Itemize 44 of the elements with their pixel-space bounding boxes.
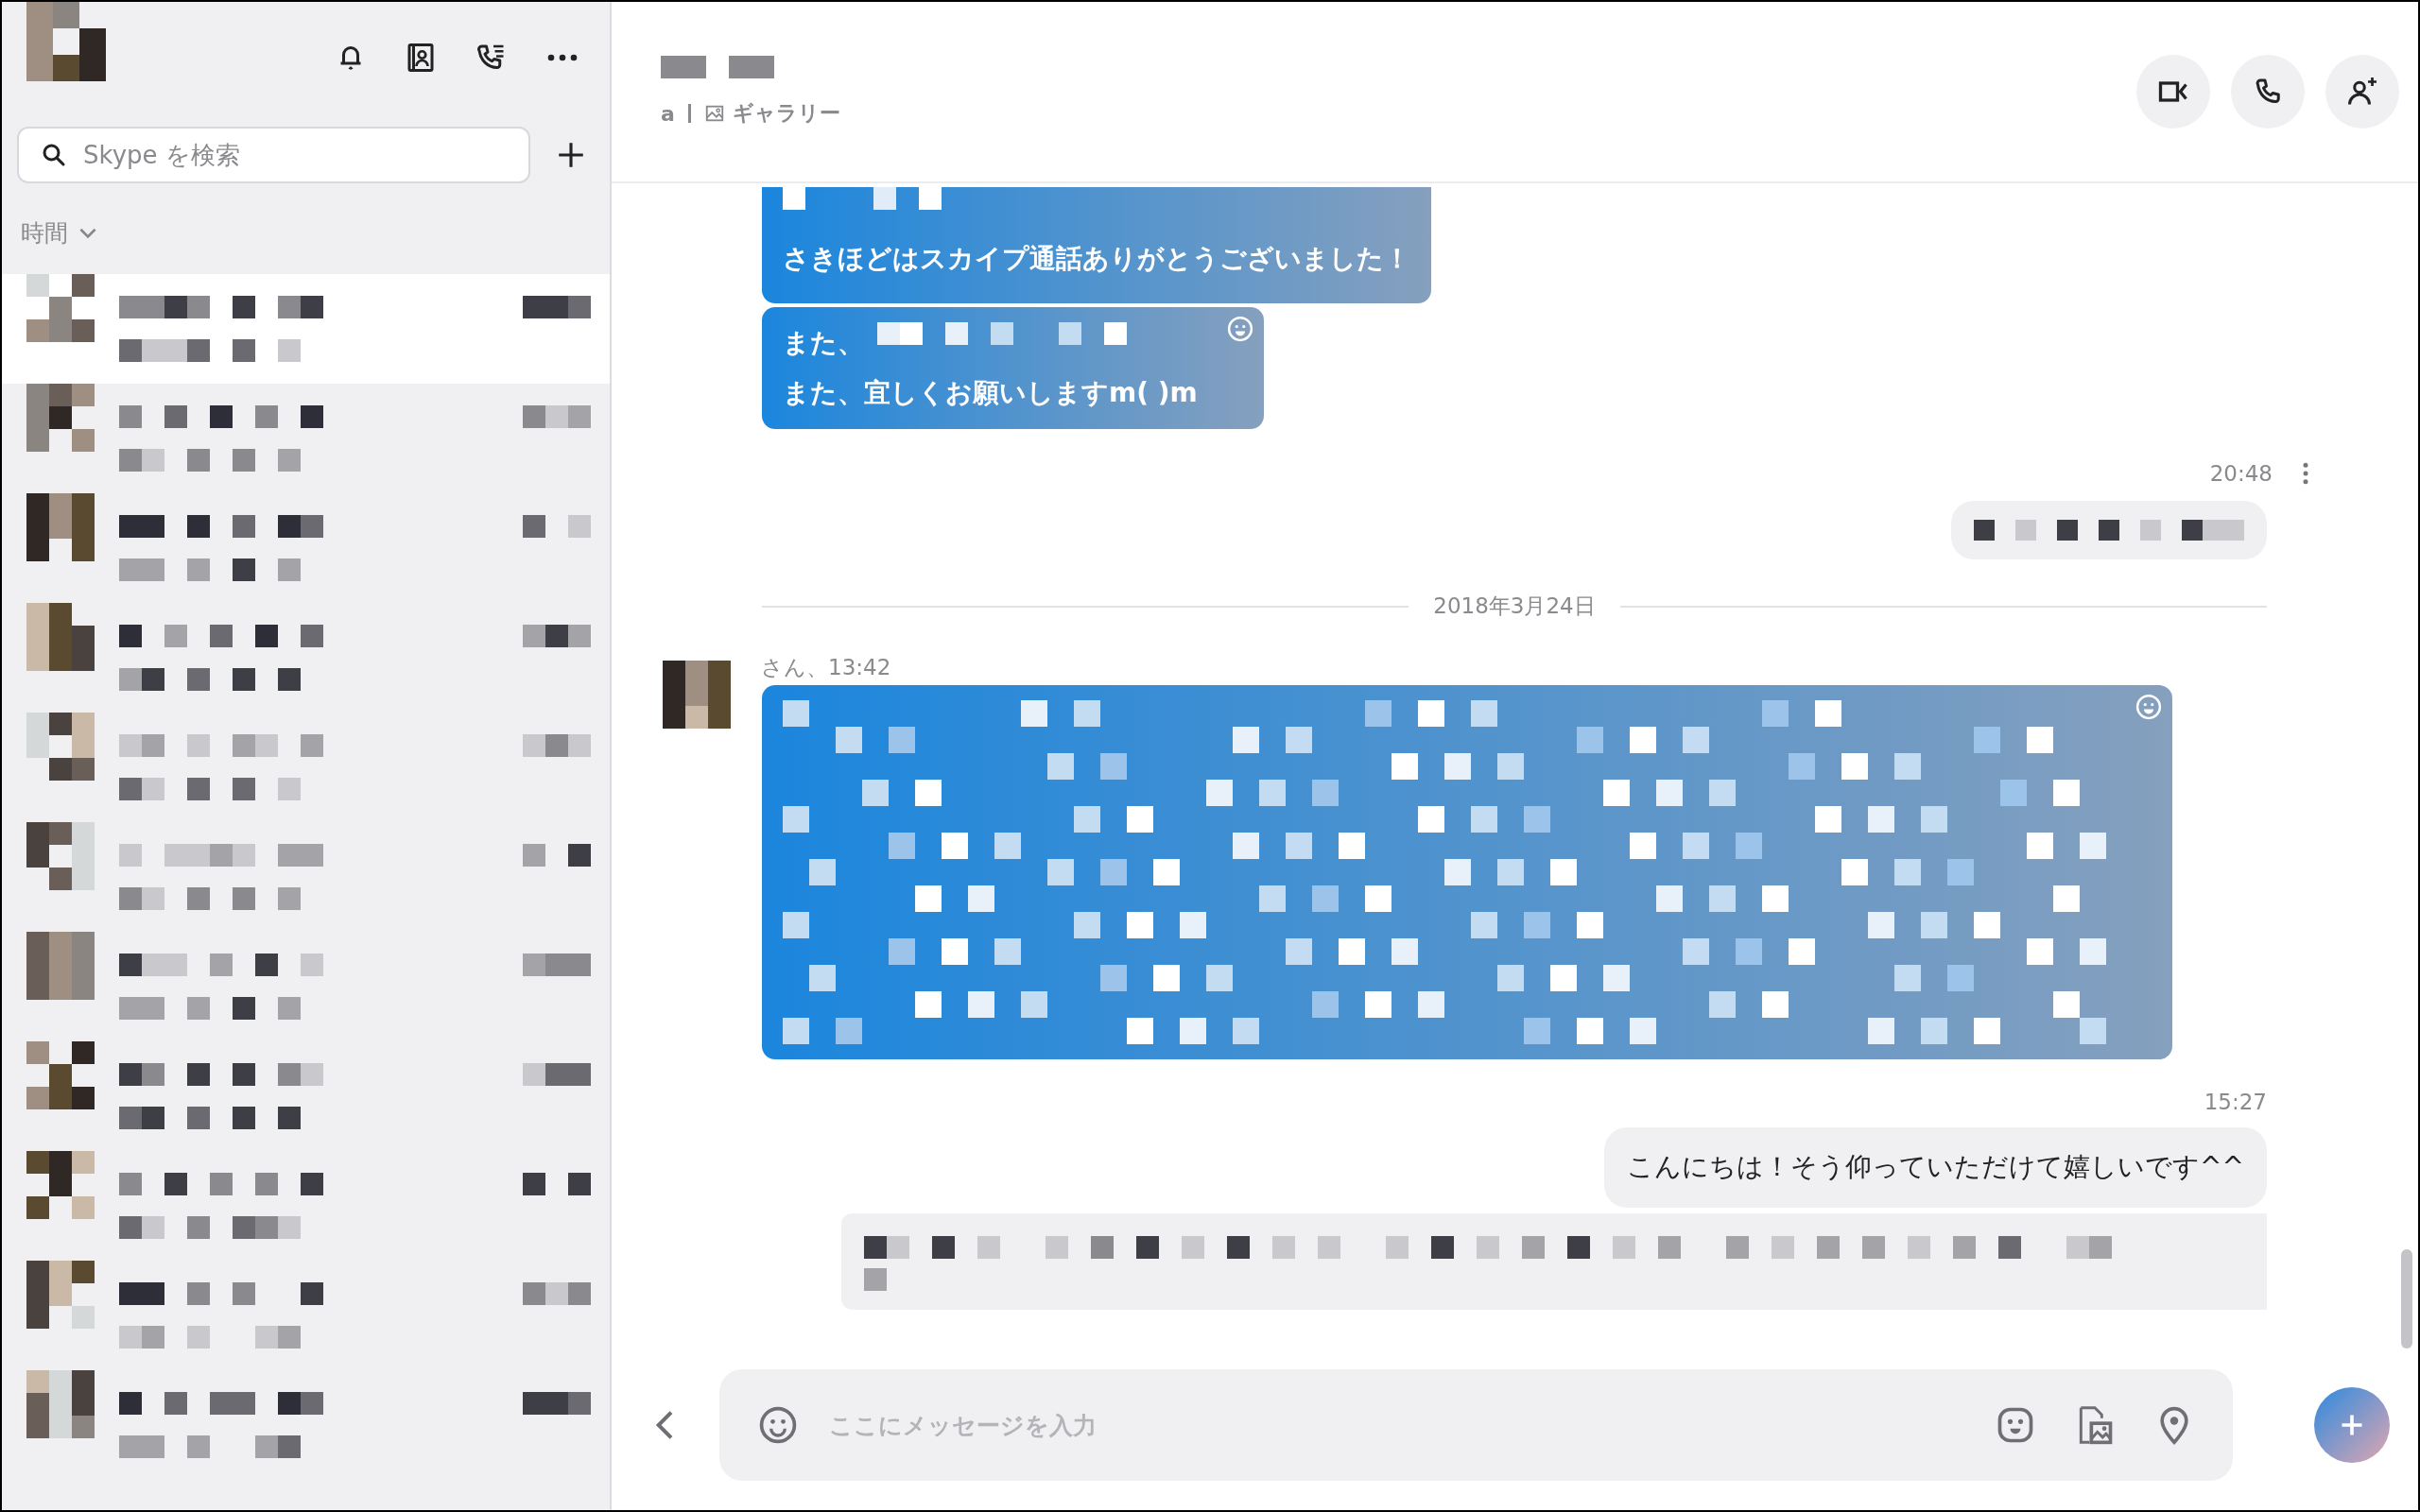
search-input[interactable]: Skype を検索 [81, 140, 508, 170]
pixelated-time [523, 954, 591, 976]
emoji-icon[interactable] [757, 1404, 799, 1446]
message-input[interactable]: ここにメッセージを入力 [827, 1410, 1966, 1440]
pixelated-time [523, 405, 591, 428]
scrollbar-thumb[interactable] [2401, 1249, 2412, 1349]
gallery-link[interactable]: ギャラリー [732, 99, 840, 128]
smiley-icon[interactable] [2135, 693, 2163, 722]
message-text: また、宜しくお願いしますm( )m [783, 375, 1198, 410]
pixelated-time [523, 844, 591, 867]
smiley-icon[interactable] [1225, 314, 1254, 343]
pixelated-avatar [26, 1041, 95, 1109]
pixelated-avatar [26, 1370, 95, 1438]
pixelated-avatar [26, 1151, 95, 1219]
pixelated-time [523, 1173, 591, 1195]
pixelated-avatar [26, 822, 95, 890]
image-icon[interactable] [703, 103, 725, 124]
pixelated-avatar [26, 493, 95, 561]
message-text: また、 [783, 325, 864, 360]
sort-dropdown-label[interactable]: 時間 [21, 216, 68, 249]
pixelated-time [523, 734, 591, 757]
message-time: 20:48 [2209, 461, 2273, 487]
date-separator: 2018年3月24日 [1433, 593, 1596, 621]
search-field[interactable]: Skype を検索 [17, 127, 530, 183]
pixelated-avatar [26, 274, 95, 342]
pixelated-time [523, 1392, 591, 1415]
message-time: 15:27 [2204, 1090, 2267, 1115]
header-link[interactable]: a [661, 101, 675, 126]
pixelated-text [864, 1268, 887, 1292]
chat-list-item[interactable] [2, 274, 610, 384]
pixelated-avatar [26, 713, 95, 781]
pixelated-time [523, 296, 591, 318]
pixelated-time [523, 625, 591, 647]
pixelated-avatar [26, 932, 95, 1000]
pixelated-avatar [26, 384, 95, 452]
pixelated-time [523, 1063, 591, 1086]
pixelated-avatar [26, 603, 95, 671]
pixelated-time [523, 1282, 591, 1305]
message-text: こんにちは！そう仰っていただけて嬉しいです^^ [1627, 1150, 2244, 1185]
message-input-field[interactable]: ここにメッセージを入力 [719, 1369, 2233, 1481]
sender-label: さん、13:42 [761, 654, 891, 682]
message-text: さきほどはスカイプ通話ありがとうございました！ [783, 242, 1410, 276]
pixelated-avatar [26, 1261, 95, 1329]
pixelated-time [523, 515, 591, 538]
